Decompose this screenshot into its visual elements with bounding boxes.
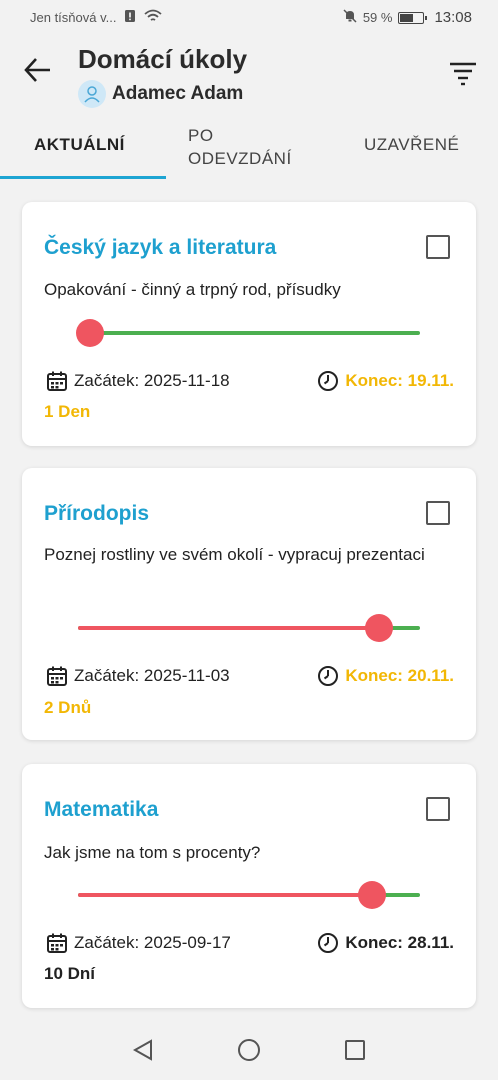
end-date: Konec: 19.11. (317, 370, 454, 392)
student-name: Adamec Adam (112, 83, 244, 104)
end-date-label: Konec: 19.11. (345, 371, 454, 390)
wifi-icon (144, 9, 163, 26)
assignment-description: Jak jsme na tom s procenty? (44, 843, 261, 862)
subject-title: Český jazyk a literatura (44, 236, 277, 259)
end-date-label: Konec: 20.11. (345, 666, 454, 685)
done-checkbox[interactable] (426, 797, 450, 821)
progress-thumb[interactable] (76, 319, 104, 347)
days-remaining: 1 Den (44, 402, 91, 421)
progress-slider[interactable] (78, 881, 420, 909)
start-date-label: Začátek: 2025-11-18 (74, 371, 230, 390)
end-date: Konec: 28.11. (317, 932, 454, 954)
page-title: Domácí úkoly (78, 44, 248, 74)
tab-closed[interactable]: UZAVŘENÉ (364, 135, 459, 155)
active-tab-indicator (0, 176, 166, 179)
nav-back-button[interactable] (131, 1038, 155, 1062)
back-button[interactable] (22, 54, 54, 86)
progress-elapsed (78, 626, 379, 630)
square-recents-icon (345, 1040, 365, 1060)
sim-alert-icon (124, 9, 136, 26)
subject-title: Matematika (44, 798, 159, 821)
student-selector: Adamec Adam (78, 80, 243, 108)
assignment-card[interactable]: Český jazyk a literatura Opakování - čin… (22, 202, 476, 446)
days-remaining: 10 Dní (44, 964, 96, 983)
tab-current[interactable]: AKTUÁLNÍ (34, 135, 125, 155)
clock-time: 13:08 (434, 9, 472, 26)
battery-percent: 59 % (362, 10, 393, 25)
app-bar: Domácí úkoly Adamec Adam (0, 34, 498, 118)
end-date: Konec: 20.11. (317, 665, 454, 687)
tab-after-submission[interactable]: PO ODEVZDÁNÍ (188, 124, 292, 170)
avatar (78, 80, 106, 108)
progress-thumb[interactable] (364, 614, 393, 642)
status-bar: Jen tísňová v... 59 % 13:08 (0, 0, 498, 34)
subject-title: Přírodopis (44, 502, 150, 525)
progress-elapsed (78, 893, 373, 897)
calendar-icon (47, 933, 67, 953)
assignment-description: Opakování - činný a trpný rod, přísudky (44, 280, 341, 299)
progress-slider[interactable] (78, 614, 420, 642)
progress-thumb[interactable] (358, 881, 387, 909)
tab-bar: AKTUÁLNÍ PO ODEVZDÁNÍ UZAVŘENÉ (0, 118, 498, 180)
triangle-back-icon (132, 1039, 152, 1061)
start-date: Začátek: 2025-11-18 (46, 370, 230, 392)
done-checkbox[interactable] (426, 501, 450, 525)
carrier-label: Jen tísňová v... (30, 10, 117, 25)
arrow-left-icon (24, 58, 50, 82)
mute-icon (343, 9, 357, 26)
system-nav-bar (0, 1020, 498, 1080)
done-checkbox[interactable] (426, 235, 450, 259)
days-remaining: 2 Dnů (44, 698, 92, 717)
progress-slider[interactable] (76, 319, 420, 347)
filter-button[interactable] (448, 60, 478, 86)
circle-home-icon (238, 1039, 260, 1061)
nav-recents-button[interactable] (343, 1038, 367, 1062)
clock-icon (318, 371, 339, 391)
clock-icon (318, 933, 339, 953)
start-date: Začátek: 2025-11-03 (46, 665, 230, 687)
start-date-label: Začátek: 2025-11-03 (74, 666, 230, 685)
nav-home-button[interactable] (237, 1038, 261, 1062)
start-date: Začátek: 2025-09-17 (46, 932, 231, 954)
start-date-label: Začátek: 2025-09-17 (74, 933, 231, 952)
filter-icon (450, 62, 476, 86)
clock-icon (318, 666, 339, 686)
battery-icon (398, 11, 428, 24)
calendar-icon (47, 666, 67, 686)
assignment-card[interactable]: Přírodopis Poznej rostliny ve svém okolí… (22, 468, 476, 740)
assignment-description: Poznej rostliny ve svém okolí - vypracuj… (44, 545, 425, 564)
assignment-card[interactable]: Matematika Jak jsme na tom s procenty? Z… (22, 764, 476, 1008)
calendar-icon (47, 371, 67, 391)
end-date-label: Konec: 28.11. (345, 933, 454, 952)
